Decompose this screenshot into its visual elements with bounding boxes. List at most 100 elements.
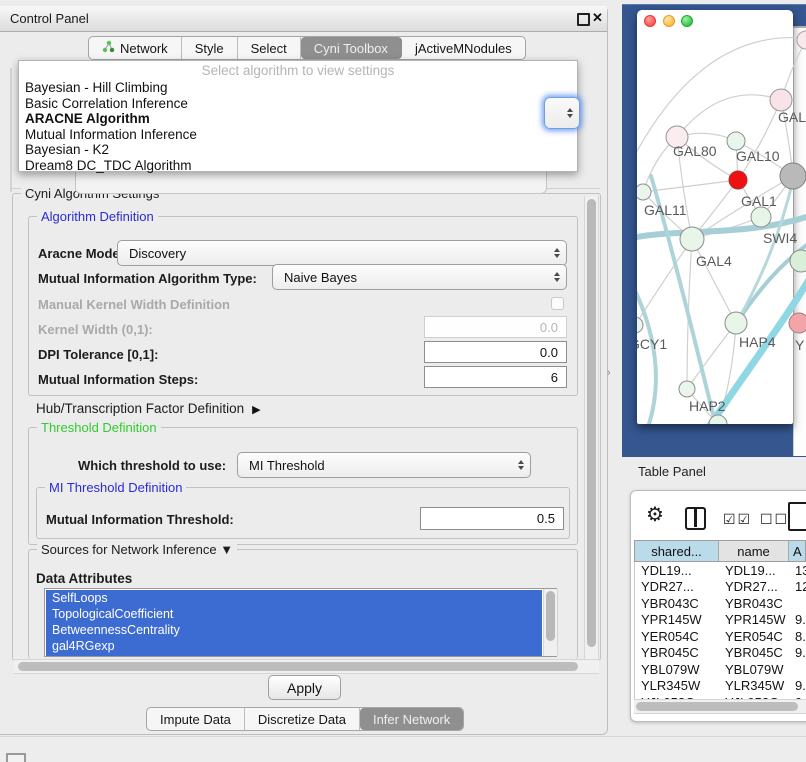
algorithm-option[interactable]: Dream8 DC_TDC Algorithm: [19, 158, 577, 174]
list-scrollbar-thumb[interactable]: [546, 591, 555, 641]
algorithm-option-selected[interactable]: ARACNE Algorithm: [19, 111, 577, 127]
data-attributes-label: Data Attributes: [36, 571, 132, 586]
tab-jactivemnodules[interactable]: jActiveMNodules: [402, 37, 525, 59]
table-row[interactable]: YBL079WYBL079W: [635, 661, 806, 678]
settings-horizontal-scrollbar[interactable]: [14, 659, 599, 674]
attribute-item-partial[interactable]: [46, 654, 542, 657]
settings-vscrollbar-thumb[interactable]: [587, 199, 596, 647]
table-row[interactable]: YPR145WYPR145W9.: [635, 612, 806, 629]
algorithm-option[interactable]: Basic Correlation Inference: [19, 96, 577, 112]
dropdown-placeholder: Select algorithm to view settings: [19, 63, 577, 78]
aracne-mode-label: Aracne Mode:: [38, 246, 124, 261]
tab-cyni-toolbox[interactable]: Cyni Toolbox: [301, 37, 402, 59]
attribute-item[interactable]: BetweennessCentrality: [46, 622, 542, 638]
select-all-checks-icon[interactable]: ☑☑: [723, 511, 752, 528]
mi-type-combobox[interactable]: Naive Bayes: [272, 264, 567, 290]
columns-icon[interactable]: [685, 507, 706, 530]
kernel-width-label: Kernel Width (0,1):: [38, 322, 153, 337]
list-vertical-scrollbar[interactable]: [543, 589, 558, 656]
window-close-button[interactable]: [644, 15, 656, 27]
table-row[interactable]: YER054CYER054C8.: [635, 628, 806, 645]
algorithm-definition-title: Algorithm Definition: [37, 209, 158, 224]
column-header-shared-name[interactable]: shared...: [635, 541, 719, 561]
aracne-mode-combobox[interactable]: Discovery: [117, 240, 567, 266]
tab-impute-data[interactable]: Impute Data: [147, 708, 245, 730]
table-row[interactable]: YDL19...YDL19...13: [635, 562, 806, 579]
tab-style[interactable]: Style: [182, 37, 238, 59]
apply-button[interactable]: Apply: [268, 675, 341, 700]
column-header-name[interactable]: name: [719, 541, 789, 561]
gear-icon[interactable]: ⚙: [646, 505, 664, 525]
network-view-window[interactable]: [637, 10, 793, 424]
mi-threshold-title: MI Threshold Definition: [45, 480, 186, 495]
mi-threshold-field[interactable]: 0.5: [420, 507, 564, 530]
manual-kernel-label: Manual Kernel Width Definition: [38, 297, 230, 312]
table-row[interactable]: YBR045CYBR045C9.: [635, 645, 806, 662]
groupbox-left-edge: [10, 68, 12, 192]
tab-infer-network[interactable]: Infer Network: [360, 708, 463, 730]
window-zoom-button[interactable]: [681, 15, 693, 27]
expand-right-icon: ▶: [252, 404, 260, 416]
stepper-icon: [554, 272, 566, 282]
table-panel-title: Table Panel: [638, 464, 706, 479]
hub-definition-expander[interactable]: Hub/Transcription Factor Definition▶: [36, 401, 261, 416]
data-attributes-list: SelfLoops TopologicalCoefficient Between…: [44, 588, 557, 657]
attribute-item[interactable]: TopologicalCoefficient: [46, 606, 542, 622]
attribute-item[interactable]: SelfLoops: [46, 590, 542, 606]
table-row[interactable]: YLR345WYLR345W9.: [635, 678, 806, 695]
background-network-window[interactable]: [793, 26, 806, 456]
panel-title: Control Panel: [10, 11, 89, 26]
tab-select[interactable]: Select: [238, 37, 301, 59]
file-icon[interactable]: [788, 502, 806, 531]
stepper-icon: [518, 460, 530, 470]
which-threshold-value: MI Threshold: [249, 458, 325, 473]
attribute-item[interactable]: gal4RGexp: [46, 638, 542, 654]
deselect-all-checks-icon[interactable]: ☐☐: [760, 511, 789, 528]
screen: Control Panel ✕ Network Style Select Cyn…: [0, 0, 806, 762]
expand-down-icon: ▼: [220, 542, 233, 557]
table-row[interactable]: YDR27...YDR27...12: [635, 579, 806, 596]
panel-splitter-icon[interactable]: ›: [607, 367, 611, 379]
table-row[interactable]: YBR043CYBR043C: [635, 595, 806, 612]
mi-type-value: Naive Bayes: [284, 270, 357, 285]
settings-vertical-scrollbar[interactable]: [584, 196, 599, 659]
network-icon: [102, 40, 115, 56]
algorithm-combobox-fragment[interactable]: [544, 97, 580, 129]
control-panel-titlebar: [0, 6, 607, 32]
table-horizontal-scrollbar[interactable]: [634, 699, 806, 714]
aracne-mode-value: Discovery: [129, 246, 186, 261]
algorithm-dropdown: Select algorithm to view settings Bayesi…: [18, 60, 578, 172]
settings-hscrollbar-thumb[interactable]: [18, 662, 578, 671]
table-header-row: shared... name A: [634, 540, 806, 562]
dpi-tolerance-label: DPI Tolerance [0,1]:: [38, 347, 158, 362]
mi-type-label: Mutual Information Algorithm Type:: [38, 271, 257, 286]
stepper-icon: [554, 248, 566, 258]
bottom-strip: [0, 736, 806, 762]
tab-discretize-data[interactable]: Discretize Data: [245, 708, 360, 730]
which-threshold-label: Which threshold to use:: [78, 458, 226, 473]
stepper-icon: [567, 108, 579, 118]
algorithm-option[interactable]: Mutual Information Inference: [19, 127, 577, 143]
mi-steps-field[interactable]: 6: [424, 366, 567, 388]
table-hscrollbar-thumb[interactable]: [636, 702, 798, 711]
table-body: YDL19...YDL19...13 YDR27...YDR27...12 YB…: [634, 562, 806, 699]
minimized-panel-icon[interactable]: [6, 753, 26, 762]
sources-title[interactable]: Sources for Network Inference ▼: [37, 542, 237, 557]
cyni-bottom-tabbar: Impute Data Discretize Data Infer Networ…: [146, 707, 464, 731]
kernel-width-field[interactable]: 0.0: [424, 316, 567, 338]
column-header-partial[interactable]: A: [789, 541, 805, 561]
algorithm-option[interactable]: Bayesian - Hill Climbing: [19, 80, 577, 96]
threshold-definition-title: Threshold Definition: [37, 420, 161, 435]
tab-label: Network: [120, 41, 168, 56]
float-window-icon[interactable]: [577, 13, 590, 26]
window-minimize-button[interactable]: [663, 15, 675, 27]
which-threshold-combobox[interactable]: MI Threshold: [237, 452, 531, 478]
mi-steps-label: Mutual Information Steps:: [38, 372, 198, 387]
control-panel-tabbar: Network Style Select Cyni Toolbox jActiv…: [88, 36, 526, 60]
close-icon[interactable]: ✕: [592, 10, 603, 26]
mi-threshold-label: Mutual Information Threshold:: [46, 512, 234, 527]
manual-kernel-checkbox[interactable]: [551, 297, 564, 310]
tab-network[interactable]: Network: [89, 37, 182, 59]
dpi-tolerance-field[interactable]: 0.0: [424, 341, 567, 363]
algorithm-option[interactable]: Bayesian - K2: [19, 142, 577, 158]
